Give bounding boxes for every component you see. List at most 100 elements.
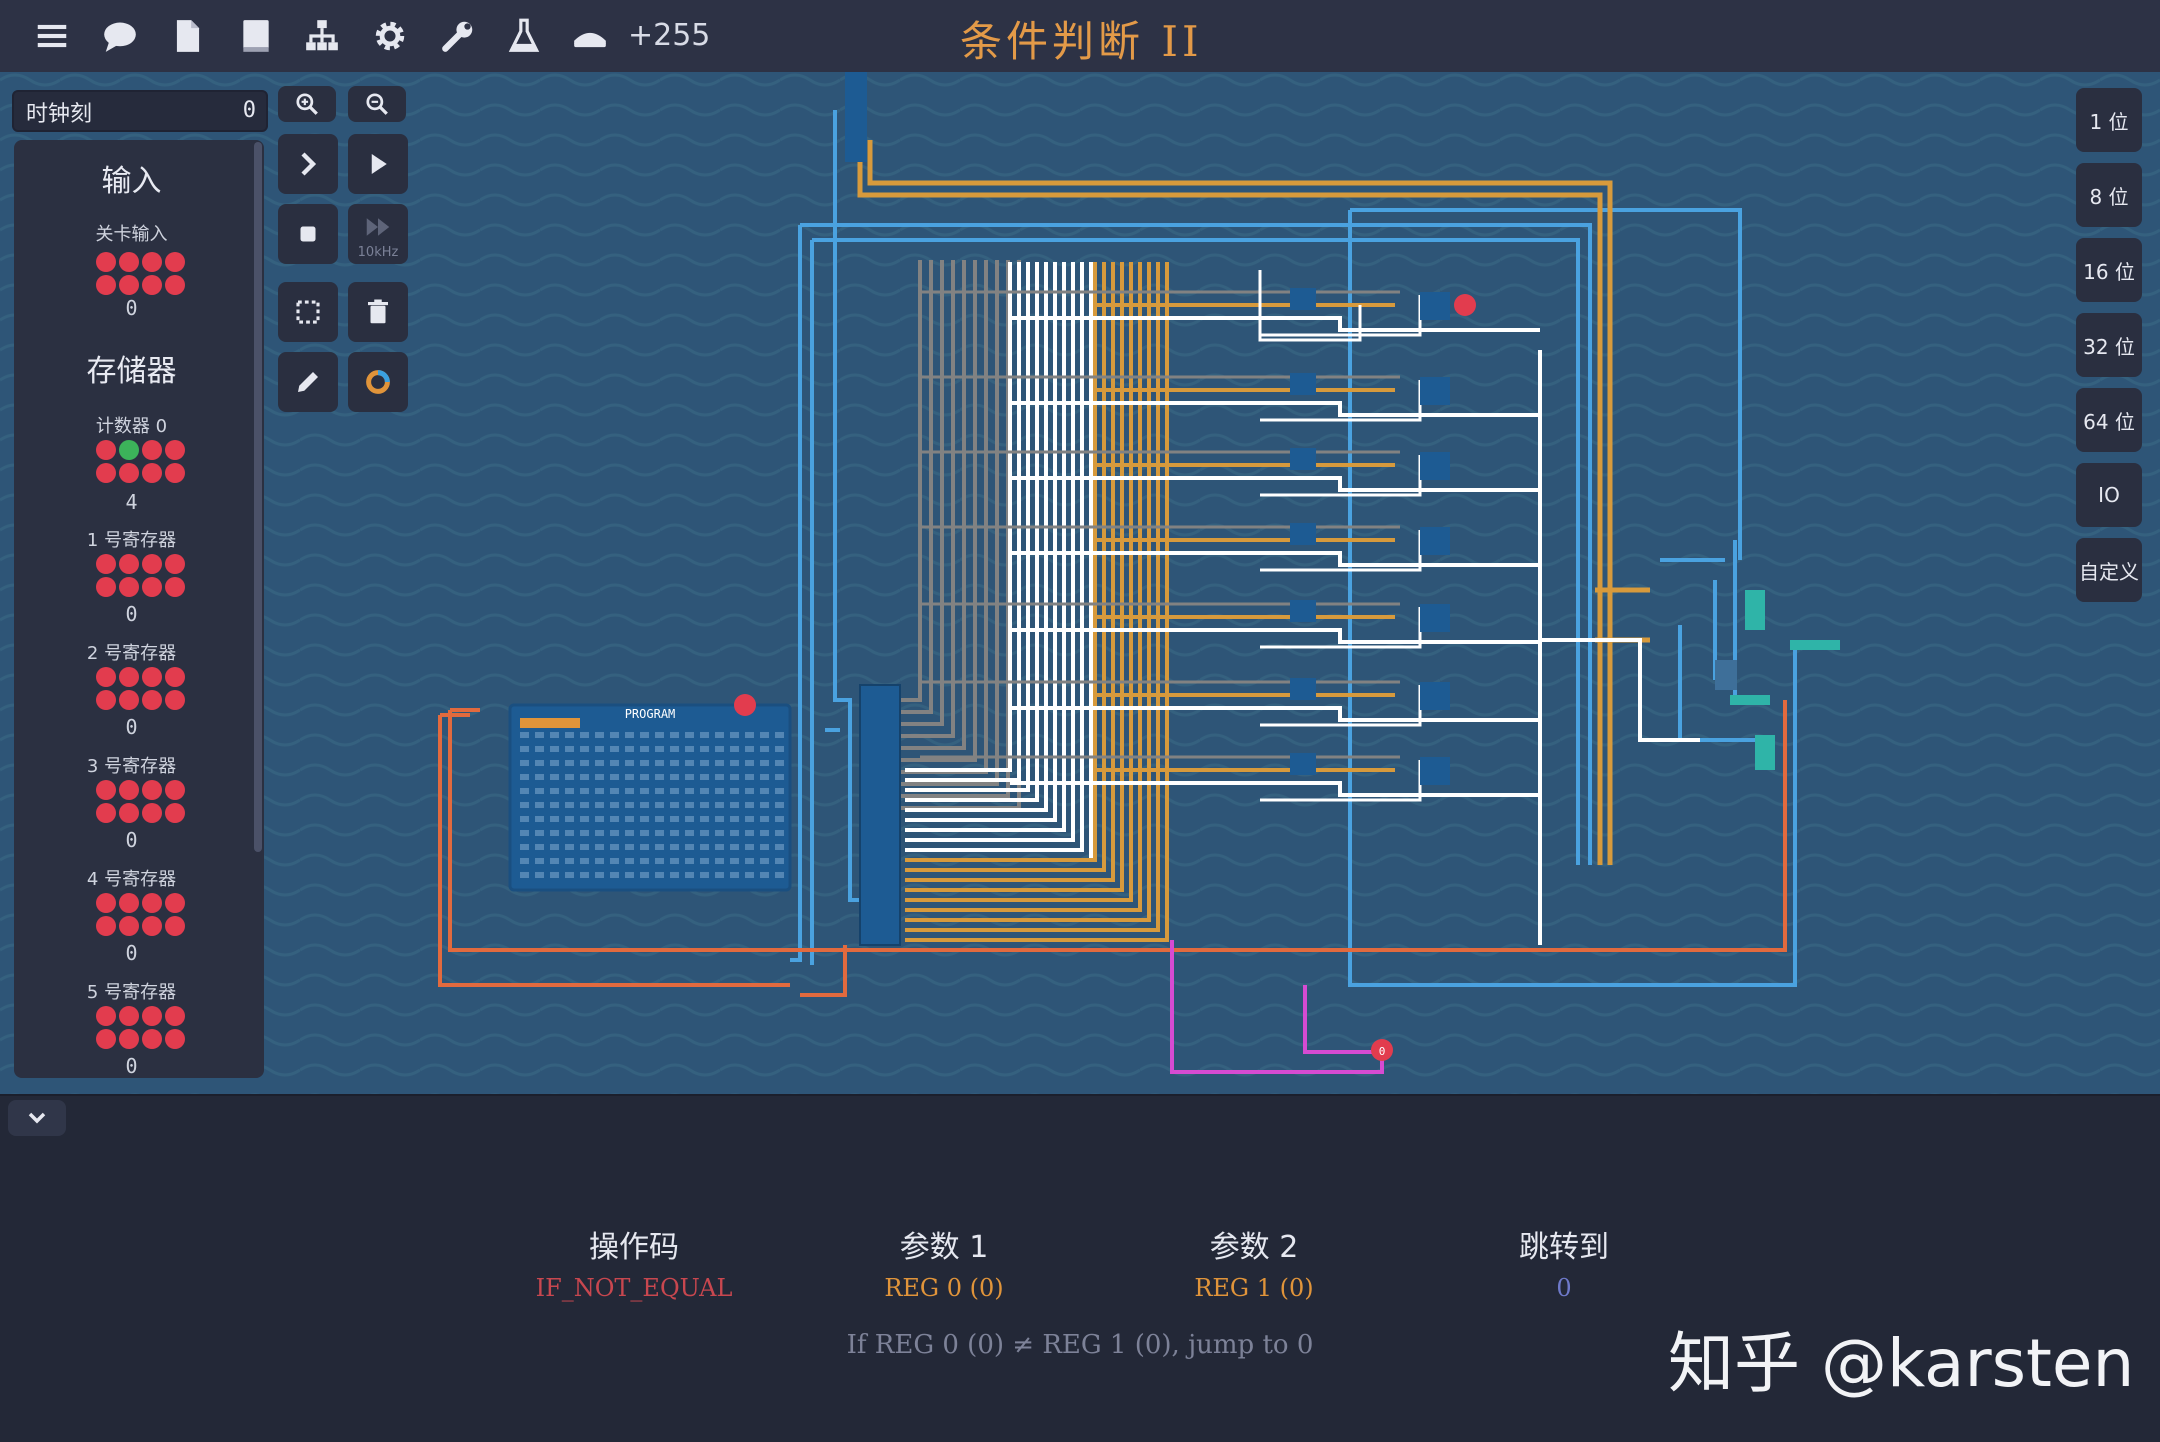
- logic-gate: [1290, 288, 1316, 310]
- logic-gate: [1290, 523, 1316, 545]
- watermark: 知乎 @karsten: [1668, 1325, 2135, 1402]
- jump-value: 0: [1556, 1274, 1572, 1302]
- opcode-column: 操作码 IF_NOT_EQUAL: [494, 1222, 774, 1302]
- zoom-out-button[interactable]: [348, 86, 406, 122]
- hierarchy-icon[interactable]: [300, 14, 344, 58]
- jump-column: 跳转到 0: [1424, 1222, 1704, 1302]
- logic-gate: [1290, 373, 1316, 395]
- fast-forward-button[interactable]: 10kHz: [348, 204, 408, 264]
- select-button[interactable]: [278, 282, 338, 342]
- logic-gate: [1290, 753, 1316, 775]
- register-value: 0: [125, 1054, 138, 1078]
- zoom-in-button[interactable]: [278, 86, 336, 122]
- component-category-button[interactable]: IO: [2076, 463, 2142, 527]
- logic-gate: [1420, 757, 1450, 785]
- counter-value: 4: [125, 490, 138, 514]
- color-button[interactable]: [348, 352, 408, 412]
- collapse-button[interactable]: [8, 1100, 66, 1136]
- component-category-button[interactable]: 1 位: [2076, 88, 2142, 152]
- logic-gate: [1420, 452, 1450, 480]
- input-block: [845, 72, 867, 162]
- play-icon: [371, 154, 387, 174]
- opcode-header: 操作码: [589, 1230, 679, 1265]
- opcode-value: IF_NOT_EQUAL: [535, 1274, 733, 1302]
- pencil-button[interactable]: [278, 352, 338, 412]
- gear-icon[interactable]: [368, 14, 412, 58]
- chat-icon[interactable]: [98, 14, 142, 58]
- logic-gate: [1420, 377, 1450, 405]
- search-count: 0: [242, 98, 256, 123]
- step-button[interactable]: [278, 134, 338, 194]
- register-component[interactable]: [96, 780, 188, 823]
- wrench-icon[interactable]: [436, 14, 480, 58]
- level-input-value: 0: [125, 296, 138, 320]
- search-input[interactable]: [24, 98, 228, 126]
- register-value: 0: [125, 602, 138, 626]
- play-button[interactable]: [348, 134, 408, 194]
- delete-button[interactable]: [348, 282, 408, 342]
- register-component[interactable]: [96, 1006, 188, 1049]
- register-value: 0: [125, 941, 138, 965]
- component-palette: 输入 关卡输入 0 存储器 计数器 0 4 1 号寄存器 0 2 号寄存器 0 3 号寄…: [14, 140, 264, 1078]
- logic-gate: [1290, 678, 1316, 700]
- register-component[interactable]: [96, 667, 188, 710]
- jump-header: 跳转到: [1519, 1230, 1609, 1265]
- logic-gate: [1420, 682, 1450, 710]
- zoom-out-icon: [366, 93, 388, 115]
- counter-label: 计数器 0: [95, 416, 168, 437]
- register-label: 4 号寄存器: [86, 869, 177, 890]
- score-counter: +255: [628, 18, 711, 53]
- color-wheel-icon: [366, 370, 390, 394]
- output-pin-value: 0: [1379, 1045, 1386, 1058]
- hat-icon[interactable]: [568, 14, 612, 58]
- arg2-value: REG 1 (0): [1194, 1274, 1314, 1302]
- arg2-column: 参数 2 REG 1 (0): [1114, 1222, 1394, 1302]
- document-icon[interactable]: [166, 14, 210, 58]
- arg1-value: REG 0 (0): [884, 1274, 1004, 1302]
- register-label: 1 号寄存器: [86, 530, 177, 551]
- pencil-icon: [298, 372, 318, 392]
- register-component[interactable]: [96, 554, 188, 597]
- logic-gate: [1290, 600, 1316, 622]
- selection-icon: [296, 300, 320, 324]
- palette-scrollbar[interactable]: [254, 142, 262, 852]
- component-category-button[interactable]: 8 位: [2076, 163, 2142, 227]
- register-value: 0: [125, 828, 138, 852]
- level-input-component[interactable]: [96, 252, 188, 295]
- decoder-block: [859, 684, 901, 946]
- counter-component[interactable]: [96, 440, 188, 483]
- stop-icon: [300, 226, 316, 242]
- component-search[interactable]: 0: [12, 90, 268, 132]
- component-category-button[interactable]: 自定义: [2076, 538, 2142, 602]
- logic-gate: [1420, 292, 1450, 320]
- chevron-down-icon: [28, 1112, 46, 1124]
- register-component[interactable]: [96, 893, 188, 936]
- logic-gate: [1420, 604, 1450, 632]
- component-category-button[interactable]: 16 位: [2076, 238, 2142, 302]
- stop-button[interactable]: [278, 204, 338, 264]
- input-section-header: 输入: [101, 164, 162, 199]
- chevron-right-icon: [301, 152, 317, 176]
- arg1-header: 参数 1: [899, 1230, 989, 1265]
- storage-section-header: 存储器: [86, 354, 177, 389]
- trash-icon: [368, 299, 388, 324]
- flask-icon[interactable]: [502, 14, 546, 58]
- arg2-header: 参数 2: [1209, 1230, 1299, 1265]
- component-category-button[interactable]: 32 位: [2076, 313, 2142, 377]
- menu-icon[interactable]: [30, 14, 74, 58]
- logic-gate: [1420, 527, 1450, 555]
- level-title: 条件判断 II: [960, 17, 1203, 66]
- arg1-column: 参数 1 REG 0 (0): [804, 1222, 1084, 1302]
- register-label: 3 号寄存器: [86, 756, 177, 777]
- book-icon[interactable]: [234, 14, 278, 58]
- register-value: 0: [125, 715, 138, 739]
- component-category-button[interactable]: 64 位: [2076, 388, 2142, 452]
- fast-forward-label: 10kHz: [357, 245, 399, 260]
- zoom-in-icon: [296, 93, 318, 115]
- register-label: 5 号寄存器: [86, 982, 177, 1003]
- register-label: 2 号寄存器: [86, 643, 177, 664]
- instruction-description: If REG 0 (0) ≠ REG 1 (0), jump to 0: [846, 1330, 1314, 1360]
- top-toolbar: +255 条件判断 II: [0, 0, 2160, 74]
- logic-gate: [1290, 448, 1316, 470]
- fast-forward-icon: [366, 218, 390, 236]
